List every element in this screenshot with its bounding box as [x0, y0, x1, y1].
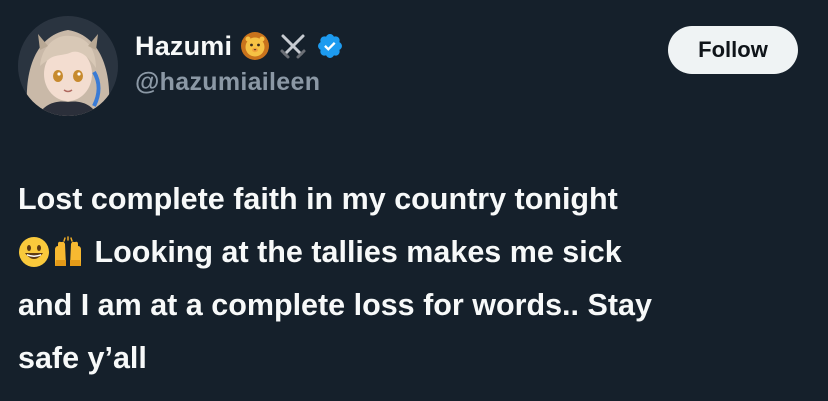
post-line-3: and I am at a complete loss for words.. …	[18, 288, 652, 322]
lion-face-icon	[240, 31, 270, 61]
display-name[interactable]: Hazumi	[135, 31, 232, 62]
follow-button[interactable]: Follow	[668, 26, 798, 74]
post-text: Lost complete faith in my country tonigh…	[18, 173, 814, 385]
user-info: Hazumi @hazumiaileen	[135, 28, 344, 97]
post-line-1: Lost complete faith in my country tonigh…	[18, 182, 618, 216]
raising-hands-icon	[52, 232, 84, 266]
post-header: Hazumi @hazumiaileen Follow	[18, 16, 798, 120]
post-line-2-text: Looking at the tallies makes me sick	[86, 235, 622, 269]
grinning-face-icon	[18, 232, 50, 267]
post-line-4: safe y’all	[18, 341, 147, 375]
verified-badge-icon[interactable]	[316, 32, 344, 60]
avatar[interactable]	[18, 16, 118, 116]
avatar-image	[18, 16, 118, 116]
name-row: Hazumi	[135, 28, 344, 64]
crossed-swords-icon	[278, 31, 308, 61]
user-handle[interactable]: @hazumiaileen	[135, 68, 344, 97]
